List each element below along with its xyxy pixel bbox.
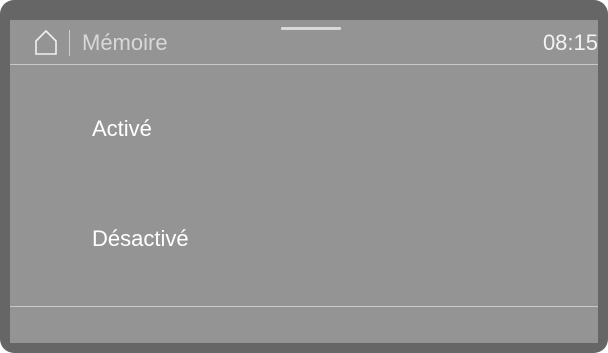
option-inactive[interactable]: Désactivé — [10, 180, 598, 290]
header-bar: Mémoire 08:15 — [10, 20, 598, 65]
page-title: Mémoire — [82, 30, 168, 55]
option-label: Activé — [92, 116, 152, 141]
device-bezel: Mémoire 08:15 Activé Désactivé — [0, 0, 608, 353]
home-button[interactable] — [10, 20, 68, 64]
footer-bar — [10, 307, 598, 343]
header-divider — [69, 30, 70, 56]
home-icon — [35, 29, 57, 55]
option-label: Désactivé — [92, 226, 189, 251]
option-active[interactable]: Activé — [10, 70, 598, 180]
clock: 08:15 — [542, 30, 598, 55]
display-screen: Mémoire 08:15 Activé Désactivé — [10, 20, 598, 343]
